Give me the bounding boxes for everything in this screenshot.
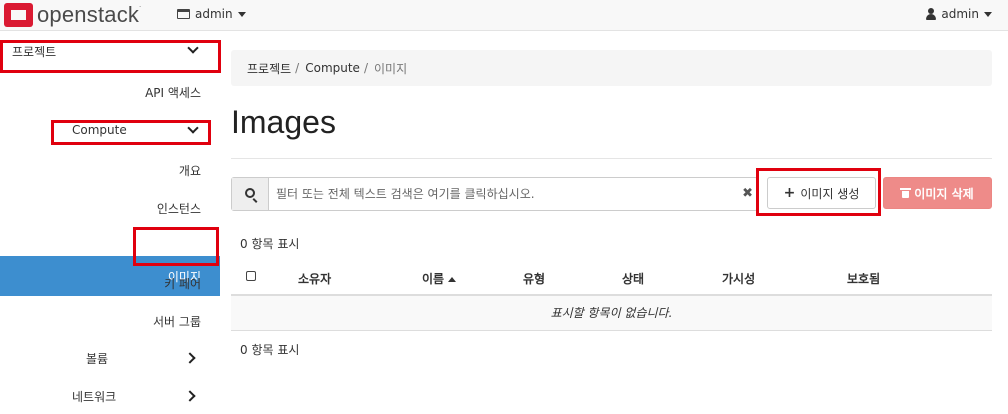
sidebar-item-overview[interactable]: 개요: [0, 151, 220, 187]
breadcrumb-separator: /: [363, 61, 368, 75]
sidebar-item-label: 서버 그룹: [153, 315, 201, 329]
breadcrumb-item-compute[interactable]: Compute: [305, 61, 360, 75]
chevron-down-icon: [187, 42, 199, 54]
divider: [231, 158, 992, 159]
table-header: 소유자 이름 유형 상태 가시성 보호됨: [231, 258, 992, 296]
sidebar-item-volumes[interactable]: 볼륨: [0, 343, 220, 379]
sidebar-item-api-access[interactable]: API 액세스: [0, 73, 220, 109]
page-title: Images: [231, 104, 336, 140]
column-header-type[interactable]: 유형: [523, 270, 545, 287]
sidebar-item-compute[interactable]: Compute: [0, 113, 220, 149]
filter-group: ✖: [231, 177, 758, 211]
delete-images-label: 이미지 삭제: [914, 186, 974, 201]
openstack-logo[interactable]: openstack.: [4, 2, 142, 27]
trash-icon: [900, 188, 912, 198]
column-header-protected[interactable]: 보호됨: [847, 270, 880, 287]
search-addon: [232, 178, 269, 210]
select-all-checkbox[interactable]: [246, 271, 256, 281]
chevron-right-icon: [184, 390, 196, 402]
openstack-logo-icon: [4, 3, 33, 27]
sidebar-item-label: 프로젝트: [12, 45, 57, 59]
top-navbar: openstack. admin admin: [0, 0, 1008, 31]
caret-down-icon: [237, 11, 246, 17]
clear-icon[interactable]: ✖: [742, 186, 753, 201]
caret-down-icon: [984, 11, 992, 17]
breadcrumb-item-project[interactable]: 프로젝트: [247, 60, 291, 77]
create-image-label: 이미지 생성: [800, 186, 860, 201]
column-header-visibility[interactable]: 가시성: [722, 270, 755, 287]
user-icon: [926, 8, 937, 20]
breadcrumb-separator: /: [295, 61, 300, 75]
column-header-name[interactable]: 이름: [422, 270, 457, 287]
search-icon: [245, 188, 255, 198]
create-image-button[interactable]: + 이미지 생성: [767, 177, 876, 209]
sidebar-item-server-groups[interactable]: 서버 그룹: [0, 307, 220, 343]
column-header-status[interactable]: 상태: [622, 270, 644, 287]
sidebar-item-label: 볼륨: [86, 352, 109, 366]
sidebar-item-key-pairs[interactable]: 키 페어: [0, 269, 220, 305]
sort-ascending-icon: [448, 277, 457, 282]
chevron-down-icon: [187, 122, 199, 134]
sidebar-item-project[interactable]: 프로젝트: [0, 31, 220, 71]
sidebar-item-label: Compute: [72, 123, 127, 137]
item-count-bottom: 0 항목 표시: [240, 343, 300, 357]
item-count-top: 0 항목 표시: [240, 237, 300, 251]
sidebar-item-label: API 액세스: [145, 86, 201, 100]
sidebar-item-label: 키 페어: [164, 277, 201, 291]
project-dropdown-label: admin: [195, 7, 233, 21]
project-icon: [177, 9, 190, 19]
filter-input[interactable]: [270, 178, 740, 210]
sidebar-item-label: 네트워크: [72, 390, 117, 404]
project-dropdown[interactable]: admin: [177, 7, 246, 21]
user-dropdown[interactable]: admin: [926, 7, 992, 21]
breadcrumb: 프로젝트 / Compute / 이미지: [231, 50, 992, 86]
sidebar-item-instances[interactable]: 인스턴스: [0, 189, 220, 225]
empty-table-message: 표시할 항목이 없습니다.: [231, 296, 992, 331]
sidebar-item-label: 개요: [178, 164, 201, 178]
sidebar: 프로젝트 API 액세스 Compute 개요 인스턴스 이미지 키 페어 서버…: [0, 31, 221, 414]
sidebar-item-network[interactable]: 네트워크: [0, 381, 220, 414]
user-dropdown-label: admin: [941, 7, 979, 21]
column-header-owner[interactable]: 소유자: [298, 270, 331, 287]
chevron-right-icon: [184, 352, 196, 364]
breadcrumb-item-images: 이미지: [374, 61, 408, 76]
delete-images-button[interactable]: 이미지 삭제: [883, 177, 992, 209]
sidebar-item-label: 인스턴스: [156, 202, 201, 216]
plus-icon: +: [783, 185, 796, 201]
logo-text: openstack.: [37, 2, 142, 27]
